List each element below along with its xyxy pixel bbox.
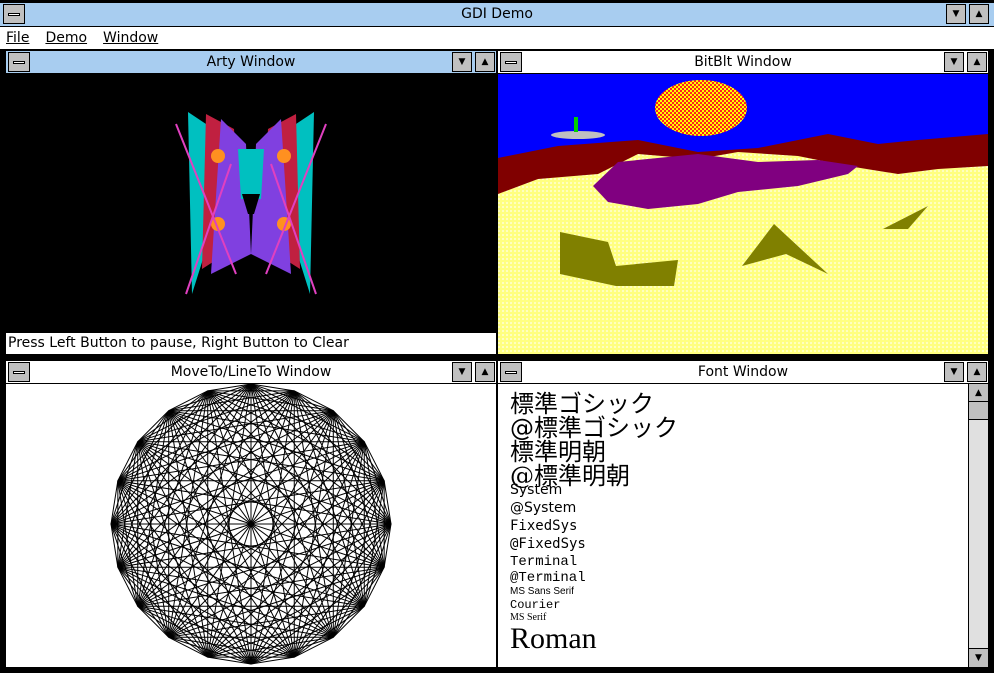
arty-window-title: Arty Window bbox=[206, 54, 296, 70]
arty-minimize-button[interactable]: ▼ bbox=[452, 52, 472, 72]
menu-bar: File Demo Window bbox=[0, 27, 994, 49]
app-title: GDI Demo bbox=[461, 6, 533, 22]
bitblt-minimize-button[interactable]: ▼ bbox=[944, 52, 964, 72]
lineto-line bbox=[117, 480, 295, 658]
bitblt-maximize-button[interactable]: ▲ bbox=[967, 52, 987, 72]
arty-window-title-bar[interactable]: Arty Window ▼ ▲ bbox=[6, 51, 496, 74]
lineto-window-title-bar[interactable]: MoveTo/LineTo Window ▼ ▲ bbox=[6, 361, 496, 384]
lineto-line bbox=[168, 410, 252, 665]
font-sample-ms-sans-serif: MS Sans Serif bbox=[510, 586, 574, 597]
bitblt-system-menu-icon[interactable] bbox=[500, 52, 522, 72]
bitblt-canvas[interactable] bbox=[498, 74, 988, 354]
font-vertical-scrollbar[interactable]: ▲ ▼ bbox=[968, 384, 988, 667]
scroll-thumb[interactable] bbox=[969, 402, 988, 420]
font-window-title: Font Window bbox=[697, 364, 789, 380]
font-window: Font Window ▼ ▲ 標準ゴシック @標準ゴシック 標準明朝 @標準明… bbox=[496, 359, 990, 669]
arty-window: Arty Window ▼ ▲ Press Left Button to pau… bbox=[4, 49, 498, 356]
font-system-menu-icon[interactable] bbox=[500, 362, 522, 382]
font-sample-courier: Courier bbox=[510, 598, 561, 612]
lineto-canvas[interactable] bbox=[6, 384, 496, 667]
lineto-window: MoveTo/LineTo Window ▼ ▲ bbox=[4, 359, 498, 669]
lineto-system-menu-icon[interactable] bbox=[8, 362, 30, 382]
bitblt-window-title: BitBlt Window bbox=[694, 54, 792, 70]
font-list: 標準ゴシック @標準ゴシック 標準明朝 @標準明朝 System @System… bbox=[498, 384, 968, 667]
scroll-up-arrow-icon[interactable]: ▲ bbox=[969, 384, 988, 402]
menu-demo[interactable]: Demo bbox=[45, 30, 87, 46]
arty-maximize-button[interactable]: ▲ bbox=[475, 52, 495, 72]
menu-window[interactable]: Window bbox=[103, 30, 158, 46]
menu-file[interactable]: File bbox=[6, 30, 29, 46]
minimize-button[interactable]: ▼ bbox=[946, 4, 966, 24]
font-sample-system-vertical: @System bbox=[510, 500, 577, 516]
font-sample-system: System bbox=[510, 482, 563, 498]
font-maximize-button[interactable]: ▲ bbox=[967, 362, 987, 382]
lineto-line bbox=[110, 390, 209, 525]
bitblt-window: BitBlt Window ▼ ▲ bbox=[496, 49, 990, 356]
font-sample-roman: Roman bbox=[510, 622, 597, 655]
bitblt-window-title-bar[interactable]: BitBlt Window ▼ ▲ bbox=[498, 51, 988, 74]
lineto-minimize-button[interactable]: ▼ bbox=[452, 362, 472, 382]
lineto-line bbox=[207, 390, 252, 665]
font-minimize-button[interactable]: ▼ bbox=[944, 362, 964, 382]
arty-canvas[interactable] bbox=[6, 74, 496, 332]
font-sample-terminal-vertical: @Terminal bbox=[510, 570, 586, 586]
sun-shape bbox=[655, 80, 747, 136]
font-sample-fixedsys: FixedSys bbox=[510, 518, 578, 534]
font-sample-terminal: Terminal bbox=[510, 554, 578, 570]
arty-system-menu-icon[interactable] bbox=[8, 52, 30, 72]
font-sample-fixedsys-vertical: @FixedSys bbox=[510, 536, 586, 552]
lineto-line bbox=[207, 390, 385, 568]
app-title-bar[interactable]: GDI Demo ▼ ▲ bbox=[0, 3, 994, 27]
scroll-down-arrow-icon[interactable]: ▼ bbox=[969, 648, 988, 667]
lineto-window-title: MoveTo/LineTo Window bbox=[170, 364, 332, 380]
maximize-button[interactable]: ▲ bbox=[969, 4, 989, 24]
ufo-shape bbox=[551, 131, 605, 139]
lineto-maximize-button[interactable]: ▲ bbox=[475, 362, 495, 382]
arty-status-bar: Press Left Button to pause, Right Button… bbox=[6, 332, 496, 354]
system-menu-icon[interactable] bbox=[3, 4, 25, 24]
font-window-title-bar[interactable]: Font Window ▼ ▲ bbox=[498, 361, 988, 384]
